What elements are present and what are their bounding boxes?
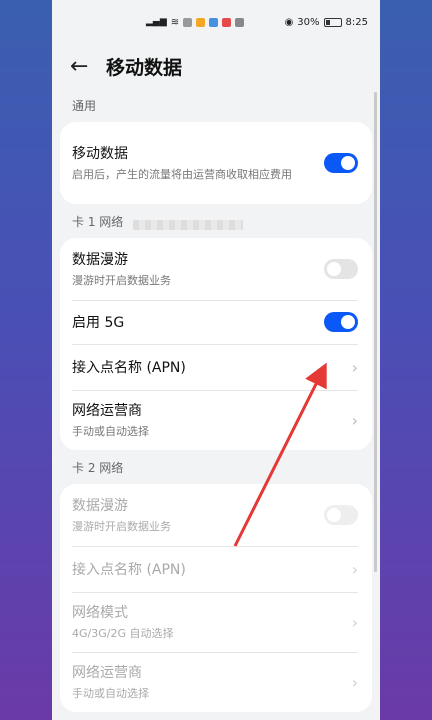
sim2-roaming-title: 数据漫游 xyxy=(72,498,128,514)
sim1-apn-row[interactable]: 接入点名称 (APN) › xyxy=(60,344,372,390)
app-icon-2 xyxy=(209,17,219,27)
sim1-roaming-title: 数据漫游 xyxy=(72,252,128,268)
app-icon-3 xyxy=(222,17,232,27)
chevron-right-icon: › xyxy=(351,612,358,632)
eye-icon: ◉ xyxy=(284,16,294,28)
chevron-right-icon: › xyxy=(351,672,358,692)
phone-screen: ▂▄▆ ≋ ◉ 30% 8:25 ← 移动数据 通用 移动数据 启用后，产生的流… xyxy=(52,0,380,720)
battery-icon xyxy=(323,17,342,27)
page-title: 移动数据 xyxy=(106,56,183,79)
sim1-carrier-subtitle: 手动或自动选择 xyxy=(72,425,149,438)
sim2-roaming-toggle[interactable] xyxy=(324,505,358,525)
app-icon-4 xyxy=(235,17,245,27)
sim1-carrier-row[interactable]: 网络运营商 手动或自动选择 › xyxy=(60,390,372,450)
section-sim1-label: 卡 1 网络 xyxy=(52,204,380,238)
sim1-roaming-toggle[interactable] xyxy=(324,259,358,279)
back-arrow-icon[interactable]: ← xyxy=(70,54,106,79)
sim2-mode-title: 网络模式 xyxy=(72,605,128,621)
sim1-roaming-row[interactable]: 数据漫游 漫游时开启数据业务 xyxy=(60,238,372,300)
sim2-mode-subtitle: 4G/3G/2G 自动选择 xyxy=(72,627,174,640)
section-sim2-label: 卡 2 网络 xyxy=(72,461,124,475)
battery-percent: 30% xyxy=(297,16,320,28)
sim2-carrier-subtitle: 手动或自动选择 xyxy=(72,687,149,700)
section-general-label: 通用 xyxy=(72,99,97,113)
sim1-card: 数据漫游 漫游时开启数据业务 启用 5G 接入点名称 (APN) › 网络运营商… xyxy=(60,238,372,450)
sim2-carrier-row[interactable]: 网络运营商 手动或自动选择 › xyxy=(60,652,372,712)
scrollbar[interactable] xyxy=(374,92,377,572)
sim1-carrier-title: 网络运营商 xyxy=(72,403,142,419)
wifi-icon: ≋ xyxy=(170,16,180,28)
sim2-mode-row[interactable]: 网络模式 4G/3G/2G 自动选择 › xyxy=(60,592,372,652)
clock: 8:25 xyxy=(345,16,368,28)
status-icons-left: ▂▄▆ ≋ xyxy=(146,16,245,28)
title-bar: ← 移动数据 xyxy=(52,44,380,88)
status-bar: ▂▄▆ ≋ ◉ 30% 8:25 xyxy=(52,0,380,44)
blurred-carrier-name xyxy=(133,220,244,230)
sim2-apn-title: 接入点名称 (APN) xyxy=(72,562,186,578)
mobile-data-toggle[interactable] xyxy=(324,153,358,173)
mobile-data-subtitle: 启用后，产生的流量将由运营商收取相应费用 xyxy=(72,168,292,181)
sim1-apn-title: 接入点名称 (APN) xyxy=(72,360,186,376)
general-card: 移动数据 启用后，产生的流量将由运营商收取相应费用 xyxy=(60,122,372,204)
sim2-roaming-row[interactable]: 数据漫游 漫游时开启数据业务 xyxy=(60,484,372,546)
sim1-5g-title: 启用 5G xyxy=(72,315,125,331)
chevron-right-icon: › xyxy=(351,410,358,430)
chevron-right-icon: › xyxy=(351,559,358,579)
status-icons-right: ◉ 30% 8:25 xyxy=(285,17,368,28)
chevron-right-icon: › xyxy=(351,357,358,377)
hourglass-icon xyxy=(183,17,193,27)
sim2-roaming-subtitle: 漫游时开启数据业务 xyxy=(72,520,171,533)
sim2-card: 数据漫游 漫游时开启数据业务 接入点名称 (APN) › 网络模式 4G/3G/… xyxy=(60,484,372,712)
sim1-5g-toggle[interactable] xyxy=(324,312,358,332)
sim2-carrier-title: 网络运营商 xyxy=(72,665,142,681)
sim1-roaming-subtitle: 漫游时开启数据业务 xyxy=(72,274,171,287)
sim1-label-text: 卡 1 网络 xyxy=(72,215,124,229)
signal-icon: ▂▄▆ xyxy=(146,17,167,27)
sim1-5g-row[interactable]: 启用 5G xyxy=(60,300,372,344)
mobile-data-title: 移动数据 xyxy=(72,146,128,162)
app-icon-1 xyxy=(196,17,206,27)
mobile-data-row[interactable]: 移动数据 启用后，产生的流量将由运营商收取相应费用 xyxy=(60,122,372,204)
sim2-apn-row[interactable]: 接入点名称 (APN) › xyxy=(60,546,372,592)
